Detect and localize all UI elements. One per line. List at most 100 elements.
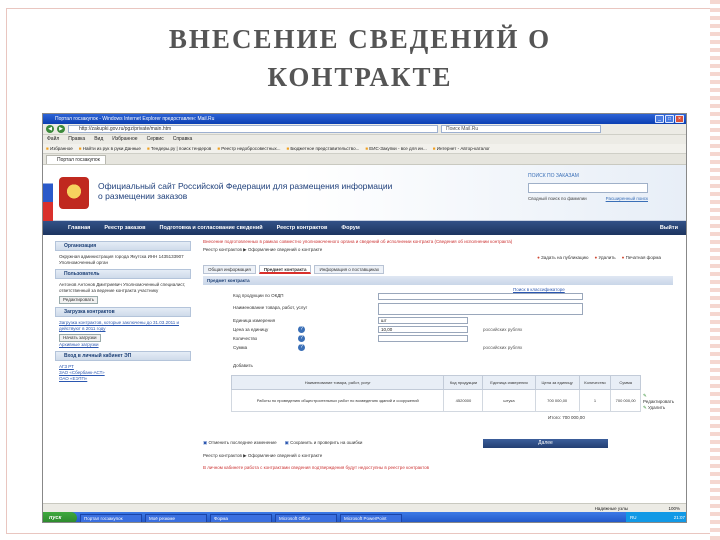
menu-item-favorites[interactable]: Избранное (112, 135, 137, 144)
page-content: Организация Окружная администрация город… (43, 237, 686, 513)
sum-currency: российских рублях (483, 345, 523, 350)
search-label: ПОИСК ПО ЗАКАЗАМ (528, 173, 579, 179)
browser-tab[interactable]: Портал госзакупок (46, 155, 106, 164)
user-text: Антонов Антонов Дмитриевич Уполномоченны… (59, 282, 186, 293)
delete-row-link[interactable]: Удалить (643, 405, 674, 411)
help-icon[interactable]: ? (298, 344, 305, 351)
table-cell: 1 (578, 389, 612, 412)
slide-decoration (710, 0, 720, 540)
user-header[interactable]: Пользователь (55, 269, 191, 279)
taskbar: пуск Портал госзакупок Моё резюме Форма … (43, 512, 686, 522)
help-icon[interactable]: ? (298, 335, 305, 342)
favorites-bar: Избранное Найти из рук в руки Данные Тен… (43, 144, 686, 154)
nav-prepare[interactable]: Подготовка и согласование сведений (160, 225, 263, 231)
menu-item-view[interactable]: Вид (94, 135, 103, 144)
table-cell: Работы по проведению общестроительных ра… (230, 389, 445, 412)
name-input[interactable] (378, 303, 583, 315)
taskbar-item[interactable]: Microsoft PowerPoint (340, 513, 402, 522)
archive-uploads-link[interactable]: Архивные загрузки (59, 342, 187, 348)
unit-label: Единица измерения (233, 318, 276, 323)
coat-of-arms-icon (59, 177, 89, 209)
bottom-links: Отменить последнее изменение Сохранить и… (203, 440, 363, 446)
nav-contracts[interactable]: Реестр контрактов (277, 225, 328, 231)
menu-item-help[interactable]: Справка (173, 135, 193, 144)
browser-search-input[interactable]: Поиск Mail.Ru (441, 125, 601, 133)
exit-link[interactable]: Выйти (660, 225, 678, 231)
publish-button[interactable]: Задать на публикацию (537, 255, 588, 260)
content-tabs: Общая информация Предмет контракта Инфор… (203, 265, 673, 274)
forward-icon[interactable]: ▶ (57, 125, 65, 133)
org-header[interactable]: Организация (55, 241, 191, 251)
window-titlebar: Портал госзакупок - Windows Internet Exp… (43, 114, 686, 124)
favorite-link[interactable]: Тендеры.ру | поиск тендеров (147, 144, 211, 153)
price-currency: российских рублях (483, 327, 523, 332)
taskbar-item[interactable]: Форма (210, 513, 272, 522)
search-option[interactable]: Сводный поиск по фамилии (528, 196, 587, 201)
breadcrumb: Реестр контрактов ▶ Оформление сведений … (203, 247, 323, 252)
language-indicator[interactable]: RU (630, 512, 637, 522)
header-search: ПОИСК ПО ЗАКАЗАМ Сводный поиск по фамили… (528, 173, 648, 201)
start-button[interactable]: пуск (43, 512, 77, 522)
org-text: Окружная администрация города Якутска ИН… (59, 254, 184, 265)
tab-subject[interactable]: Предмет контракта (258, 265, 312, 274)
undo-link[interactable]: Отменить последнее изменение (203, 440, 277, 446)
favorite-link[interactable]: Избранное (46, 144, 73, 153)
favorite-link[interactable]: Реестр недобросовестных... (217, 144, 280, 153)
items-table: Наименование товара, работ, услуг Код пр… (230, 375, 641, 412)
taskbar-item[interactable]: Моё резюме (145, 513, 207, 522)
browser-screenshot: Портал госзакупок - Windows Internet Exp… (42, 113, 687, 523)
menu-item-edit[interactable]: Правка (68, 135, 85, 144)
favorite-link[interactable]: Интернет - Автор-каталог (433, 144, 490, 153)
upload-link[interactable]: Загрузка контрактов, которые заключены д… (59, 320, 187, 332)
minimize-button[interactable]: _ (655, 115, 664, 123)
price-input[interactable]: 10,00 (378, 326, 468, 333)
cabinet-item[interactable]: ОАО «ЕЭТП» (59, 376, 187, 382)
tab-suppliers[interactable]: Информация о поставщиках (314, 265, 385, 274)
table-header: Единица измерения (482, 375, 536, 390)
qty-input[interactable] (378, 335, 468, 342)
address-input[interactable]: http://zakupki.gov.ru/pgz/private/main.h… (68, 125, 438, 133)
favorite-link[interactable]: Найти из рук в руки Данные (79, 144, 141, 153)
delete-button[interactable]: Удалить (594, 255, 615, 260)
tab-general[interactable]: Общая информация (203, 265, 256, 274)
menu-item-tools[interactable]: Сервис (147, 135, 164, 144)
maximize-button[interactable]: □ (665, 115, 674, 123)
upload-header[interactable]: Загрузка контрактов (55, 307, 191, 317)
start-upload-button[interactable]: Начать загрузки (59, 334, 101, 342)
window-title: Портал госзакупок - Windows Internet Exp… (55, 116, 215, 122)
edit-row-link[interactable]: Редактировать (643, 393, 674, 405)
site-search-input[interactable] (528, 183, 648, 193)
nav-forum[interactable]: Форум (341, 225, 359, 231)
sum-label: Сумма (233, 345, 248, 350)
left-column: Организация Окружная администрация город… (55, 241, 191, 385)
save-check-link[interactable]: Сохранить и проверить на ошибки (285, 440, 362, 446)
help-icon[interactable]: ? (298, 326, 305, 333)
nav-home[interactable]: Главная (68, 225, 90, 231)
nav-orders[interactable]: Реестр заказов (104, 225, 145, 231)
print-button[interactable]: Печатная форма (622, 255, 661, 260)
edit-user-button[interactable]: Редактировать (59, 296, 99, 304)
unit-select[interactable]: шт (378, 317, 468, 324)
back-icon[interactable]: ◀ (46, 125, 54, 133)
table-cell: штука (482, 389, 536, 412)
section-title: Предмет контракта (203, 276, 673, 285)
favorite-link[interactable]: Бюджетное представительство... (286, 144, 359, 153)
flag-stripe (43, 165, 53, 221)
okdp-input[interactable] (378, 293, 583, 300)
okdp-label: Код продукции по ОКДП (233, 293, 284, 298)
menu-item-file[interactable]: Файл (47, 135, 59, 144)
browser-tabbar: Портал госзакупок (43, 154, 686, 165)
extended-search-link[interactable]: Расширенный поиск (606, 196, 648, 201)
slide-title: ВНЕСЕНИЕ СВЕДЕНИЙ О КОНТРАКТЕ (100, 20, 620, 96)
cabinet-header[interactable]: Вход в личный кабинет ЭП (55, 351, 191, 361)
taskbar-item[interactable]: Microsoft Office (275, 513, 337, 522)
close-button[interactable]: × (675, 115, 684, 123)
add-button[interactable]: Добавить (233, 363, 253, 368)
slide-title-line1: ВНЕСЕНИЕ СВЕДЕНИЙ О (168, 24, 552, 54)
site-nav: Главная Реестр заказов Подготовка и согл… (43, 221, 686, 235)
next-button[interactable]: Далее (483, 439, 608, 448)
favorite-link[interactable]: ЕИС-Закупки - все для ин... (365, 144, 426, 153)
table-header: Наименование товара, работ, услуг (230, 375, 445, 390)
okdp-search-link[interactable]: Поиск в классификаторе (513, 287, 565, 292)
taskbar-item[interactable]: Портал госзакупок (80, 513, 142, 522)
